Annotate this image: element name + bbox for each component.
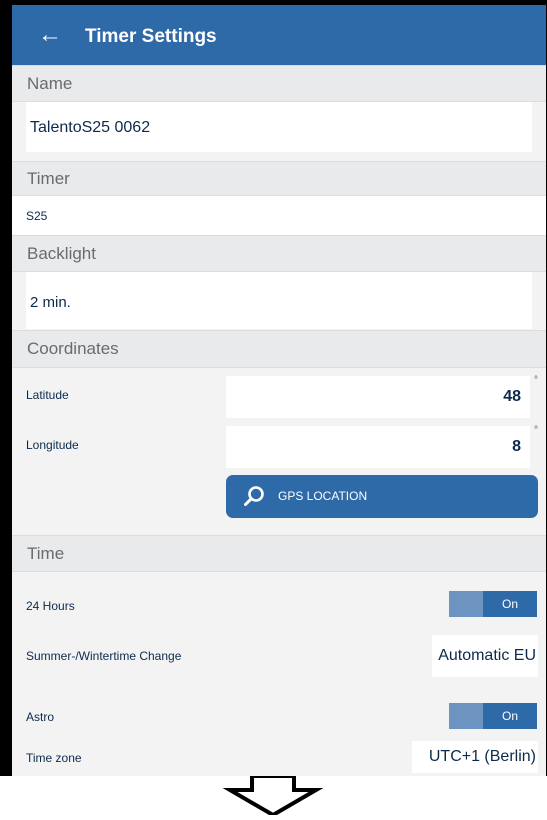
- section-header-coordinates: Coordinates: [12, 330, 546, 368]
- name-value: TalentoS25 0062: [30, 119, 151, 136]
- summer-winter-value: Automatic EU: [438, 647, 536, 664]
- toggle-state: On: [501, 597, 518, 611]
- page-title: Timer Settings: [85, 26, 217, 47]
- down-arrow-icon: [221, 774, 331, 818]
- toggle-knob: [449, 703, 483, 729]
- section-title: Name: [27, 73, 73, 93]
- hours24-label: 24 Hours: [26, 599, 75, 613]
- hours24-toggle[interactable]: On: [449, 591, 537, 617]
- down-arrow-shape: [222, 774, 324, 818]
- section-title: Time: [27, 543, 65, 563]
- timezone-select[interactable]: UTC+1 (Berlin): [412, 741, 538, 773]
- backlight-field[interactable]: 2 min.: [26, 272, 532, 329]
- app-screen: ← Timer Settings Name TalentoS25 0062 Ti…: [12, 5, 546, 776]
- timezone-value: UTC+1 (Berlin): [428, 748, 536, 765]
- longitude-label: Longitude: [26, 438, 79, 452]
- longitude-degree: °: [534, 425, 538, 436]
- toggle-track: On: [483, 703, 537, 729]
- section-title: Backlight: [27, 243, 96, 263]
- toggle-track: On: [483, 591, 537, 617]
- astro-label: Astro: [26, 710, 55, 724]
- section-title: Timer: [27, 168, 70, 188]
- section-header-time: Time: [12, 535, 546, 572]
- latitude-label: Latitude: [26, 388, 69, 402]
- timer-row: S25: [12, 196, 546, 235]
- gps-button-label: GPS LOCATION: [278, 489, 368, 503]
- search-icon: [244, 486, 264, 506]
- longitude-value: 8: [512, 438, 521, 455]
- section-header-timer: Timer: [12, 161, 546, 196]
- summer-winter-label: Summer-/Wintertime Change: [26, 649, 182, 663]
- summer-winter-select[interactable]: Automatic EU: [432, 635, 538, 677]
- app-bar: ← Timer Settings: [12, 5, 546, 65]
- timer-value: S25: [26, 209, 48, 223]
- name-field[interactable]: TalentoS25 0062: [26, 102, 532, 152]
- astro-toggle[interactable]: On: [449, 703, 537, 729]
- gps-location-button[interactable]: GPS LOCATION: [226, 475, 538, 518]
- back-arrow-icon[interactable]: ←: [38, 23, 62, 47]
- timezone-label: Time zone: [26, 751, 82, 765]
- toggle-knob: [449, 591, 483, 617]
- section-header-name: Name: [12, 65, 546, 102]
- latitude-input[interactable]: 48: [226, 376, 530, 418]
- longitude-input[interactable]: 8: [226, 426, 530, 468]
- latitude-degree: °: [534, 375, 538, 386]
- device-frame: ← Timer Settings Name TalentoS25 0062 Ti…: [0, 0, 547, 776]
- toggle-state: On: [501, 709, 518, 723]
- backlight-value: 2 min.: [30, 294, 71, 311]
- section-title: Coordinates: [27, 339, 119, 358]
- section-header-backlight: Backlight: [12, 235, 546, 272]
- latitude-value: 48: [503, 388, 521, 405]
